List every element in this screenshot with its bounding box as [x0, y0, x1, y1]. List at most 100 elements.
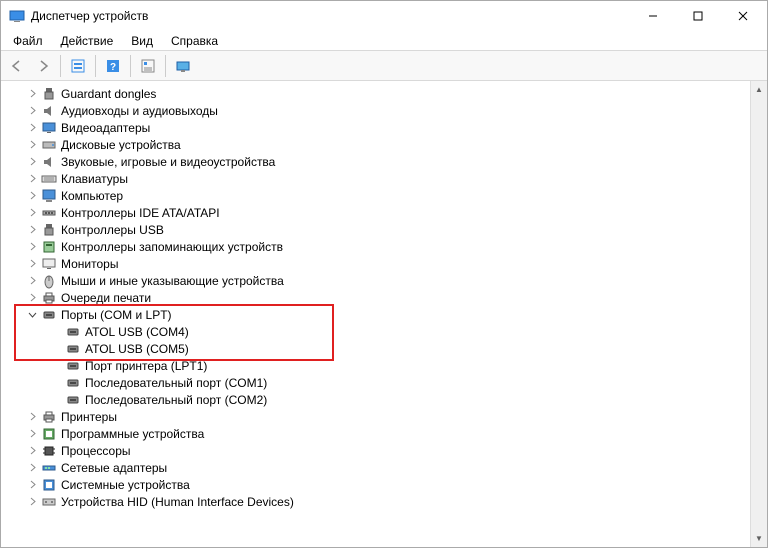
cpu-icon — [41, 443, 57, 459]
scan-hardware-button[interactable] — [171, 54, 195, 78]
toolbar: ? — [1, 51, 767, 81]
tree-node[interactable]: Контроллеры запоминающих устройств — [5, 238, 750, 255]
tree-node[interactable]: Последовательный порт (COM2) — [5, 391, 750, 408]
toolbar-separator — [60, 55, 61, 77]
expand-icon[interactable] — [25, 104, 39, 118]
hid-icon — [41, 494, 57, 510]
tree-node[interactable]: Дисковые устройства — [5, 136, 750, 153]
tree-node[interactable]: Аудиовходы и аудиовыходы — [5, 102, 750, 119]
expand-icon[interactable] — [25, 274, 39, 288]
system-icon — [41, 477, 57, 493]
expand-icon[interactable] — [25, 121, 39, 135]
expand-icon[interactable] — [25, 461, 39, 475]
tree-node[interactable]: Программные устройства — [5, 425, 750, 442]
scroll-up-icon[interactable]: ▲ — [751, 81, 767, 98]
tree-node-label: Системные устройства — [61, 478, 190, 492]
tree-node-label: Контроллеры IDE ATA/ATAPI — [61, 206, 220, 220]
tree-node-label: Устройства HID (Human Interface Devices) — [61, 495, 294, 509]
tree-node[interactable]: Порты (COM и LPT) — [5, 306, 750, 323]
menu-file[interactable]: Файл — [5, 32, 51, 50]
menu-action[interactable]: Действие — [53, 32, 122, 50]
software-icon — [41, 426, 57, 442]
port-icon — [41, 307, 57, 323]
tree-node-label: Видеоадаптеры — [61, 121, 150, 135]
tree-node-label: Мониторы — [61, 257, 118, 271]
window-title: Диспетчер устройств — [31, 9, 630, 23]
no-expander — [49, 376, 63, 390]
tree-node[interactable]: Звуковые, игровые и видеоустройства — [5, 153, 750, 170]
port-icon — [65, 358, 81, 374]
tree-node-label: Порты (COM и LPT) — [61, 308, 172, 322]
device-tree[interactable]: Guardant donglesАудиовходы и аудиовыходы… — [1, 81, 750, 547]
no-expander — [49, 393, 63, 407]
tree-node[interactable]: Очереди печати — [5, 289, 750, 306]
expand-icon[interactable] — [25, 87, 39, 101]
menu-view[interactable]: Вид — [123, 32, 161, 50]
tree-node-label: Принтеры — [61, 410, 117, 424]
expand-icon[interactable] — [25, 495, 39, 509]
usb-icon — [41, 86, 57, 102]
tree-node-label: Порт принтера (LPT1) — [85, 359, 207, 373]
tree-node[interactable]: Guardant dongles — [5, 85, 750, 102]
tree-node-label: Процессоры — [61, 444, 131, 458]
tree-node-label: Контроллеры запоминающих устройств — [61, 240, 283, 254]
audio-icon — [41, 103, 57, 119]
tree-node[interactable]: Видеоадаптеры — [5, 119, 750, 136]
tree-node-label: Последовательный порт (COM1) — [85, 376, 267, 390]
svg-text:?: ? — [110, 62, 116, 73]
tree-node-label: Звуковые, игровые и видеоустройства — [61, 155, 275, 169]
back-button[interactable] — [5, 54, 29, 78]
maximize-button[interactable] — [675, 2, 720, 30]
expand-icon[interactable] — [25, 223, 39, 237]
expand-icon[interactable] — [25, 189, 39, 203]
vertical-scrollbar[interactable]: ▲ ▼ — [750, 81, 767, 547]
toolbar-separator — [165, 55, 166, 77]
expand-icon[interactable] — [25, 257, 39, 271]
tree-node[interactable]: Компьютер — [5, 187, 750, 204]
tree-node[interactable]: Порт принтера (LPT1) — [5, 357, 750, 374]
tree-node[interactable]: Сетевые адаптеры — [5, 459, 750, 476]
minimize-button[interactable] — [630, 2, 675, 30]
expand-icon[interactable] — [25, 240, 39, 254]
expand-icon[interactable] — [25, 138, 39, 152]
expand-icon[interactable] — [25, 155, 39, 169]
tree-node-label: Очереди печати — [61, 291, 151, 305]
tree-node[interactable]: Клавиатуры — [5, 170, 750, 187]
tree-node[interactable]: Устройства HID (Human Interface Devices) — [5, 493, 750, 510]
expand-icon[interactable] — [25, 478, 39, 492]
monitor-icon — [41, 256, 57, 272]
toolbar-separator — [130, 55, 131, 77]
tree-node-label: Мыши и иные указывающие устройства — [61, 274, 284, 288]
show-hidden-button[interactable] — [66, 54, 90, 78]
port-icon — [65, 392, 81, 408]
expand-icon[interactable] — [25, 444, 39, 458]
ide-icon — [41, 205, 57, 221]
tree-node[interactable]: ATOL USB (COM4) — [5, 323, 750, 340]
tree-node[interactable]: Контроллеры USB — [5, 221, 750, 238]
expand-icon[interactable] — [25, 427, 39, 441]
expand-icon[interactable] — [25, 172, 39, 186]
tree-node-label: Сетевые адаптеры — [61, 461, 167, 475]
properties-button[interactable] — [136, 54, 160, 78]
tree-node[interactable]: Мыши и иные указывающие устройства — [5, 272, 750, 289]
expand-icon[interactable] — [25, 206, 39, 220]
tree-node[interactable]: Процессоры — [5, 442, 750, 459]
computer-icon — [41, 188, 57, 204]
forward-button[interactable] — [31, 54, 55, 78]
tree-node[interactable]: ATOL USB (COM5) — [5, 340, 750, 357]
scroll-down-icon[interactable]: ▼ — [751, 530, 767, 547]
expand-icon[interactable] — [25, 410, 39, 424]
close-button[interactable] — [720, 2, 765, 30]
help-button[interactable]: ? — [101, 54, 125, 78]
expand-icon[interactable] — [25, 291, 39, 305]
tree-node[interactable]: Последовательный порт (COM1) — [5, 374, 750, 391]
tree-node[interactable]: Контроллеры IDE ATA/ATAPI — [5, 204, 750, 221]
menu-help[interactable]: Справка — [163, 32, 226, 50]
tree-node[interactable]: Принтеры — [5, 408, 750, 425]
tree-node-label: Контроллеры USB — [61, 223, 164, 237]
tree-node[interactable]: Мониторы — [5, 255, 750, 272]
tree-node[interactable]: Системные устройства — [5, 476, 750, 493]
collapse-icon[interactable] — [25, 308, 39, 322]
port-icon — [65, 324, 81, 340]
app-icon — [9, 8, 25, 24]
